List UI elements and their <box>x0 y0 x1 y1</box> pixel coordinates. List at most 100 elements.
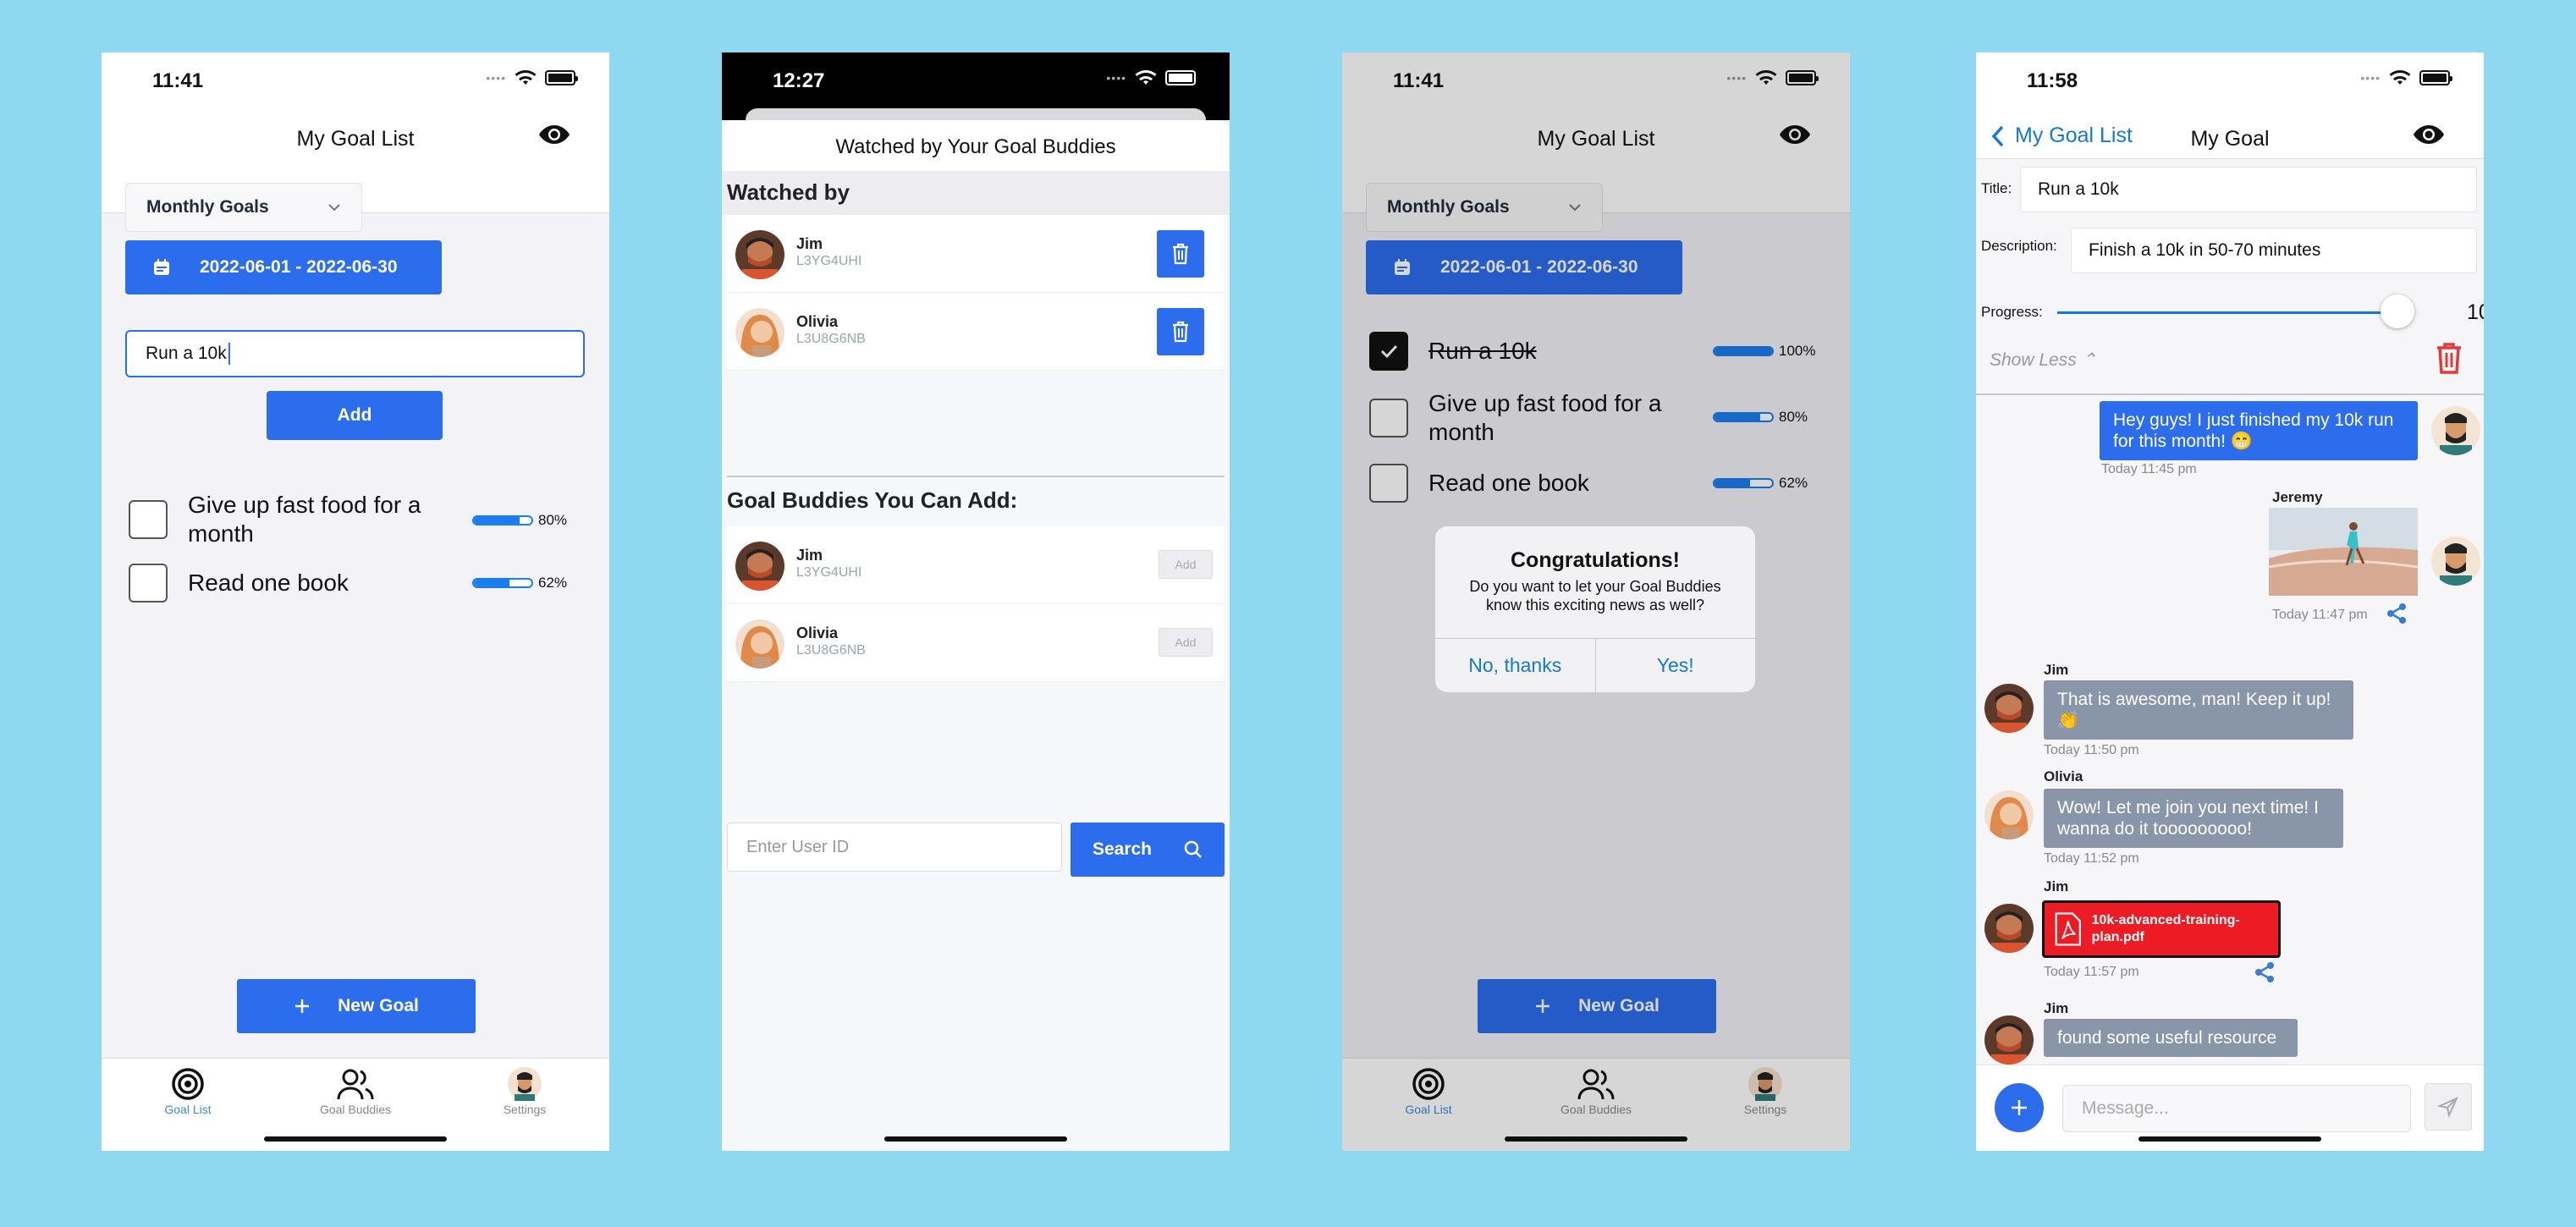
buddy-name: Jim <box>796 235 823 252</box>
eye-icon[interactable] <box>2413 124 2445 146</box>
pdf-attachment[interactable]: 10k-advanced-training-plan.pdf <box>2042 900 2281 958</box>
page-title: My Goal List <box>296 127 415 151</box>
section-header-watched-by: Watched by <box>722 171 1230 215</box>
user-id-input[interactable]: Enter User ID <box>727 823 1062 872</box>
eye-icon[interactable] <box>538 124 570 146</box>
buddy-name: Olivia <box>796 313 839 330</box>
send-icon <box>2437 1097 2458 1118</box>
avatar <box>735 542 784 591</box>
wifi-icon <box>1135 70 1157 85</box>
date-range-button[interactable]: 2022-06-01 - 2022-06-30 <box>125 240 442 294</box>
trash-icon <box>1173 243 1188 265</box>
trash-icon <box>1173 321 1188 343</box>
plus-icon <box>295 999 310 1013</box>
home-indicator <box>884 1136 1067 1142</box>
chevron-down-icon <box>328 204 340 212</box>
title-label: Title: <box>1981 180 2012 196</box>
wifi-icon <box>2389 70 2411 85</box>
new-goal-input[interactable]: Run a 10k <box>125 330 585 377</box>
home-indicator <box>2138 1136 2321 1142</box>
tab-goal-buddies[interactable]: Goal Buddies <box>296 1065 415 1116</box>
progress-label: Progress: <box>1981 304 2043 320</box>
message-timestamp: Today 11:52 pm <box>2044 851 2139 866</box>
wifi-icon <box>515 70 537 85</box>
tab-goal-list[interactable]: Goal List <box>129 1065 247 1116</box>
section-header-can-add: Goal Buddies You Can Add: <box>722 479 1230 523</box>
share-icon[interactable] <box>2254 961 2276 983</box>
message-timestamp: Today 11:50 pm <box>2044 743 2139 757</box>
message-sender: Jim <box>2044 878 2069 894</box>
message-sender: Olivia <box>2044 768 2083 784</box>
buddy-row: Olivia L3U8G6NB Add <box>727 604 1225 682</box>
progress-bar <box>472 578 533 588</box>
progress-percent: 80% <box>538 512 568 528</box>
avatar <box>1984 684 2034 733</box>
goal-period-dropdown[interactable]: Monthly Goals <box>125 183 362 232</box>
delete-goal-icon[interactable] <box>2435 341 2463 375</box>
add-button[interactable]: Add <box>267 391 443 440</box>
progress-slider-track <box>2057 311 2401 314</box>
avatar <box>2431 406 2480 455</box>
bottom-sheet: Watched by Your Goal Buddies Watched by … <box>722 120 1230 1151</box>
message-sender: Jim <box>2044 662 2069 678</box>
yes-button[interactable]: Yes! <box>1596 639 1756 692</box>
goal-details-panel: Title: Run a 10k Description: Finish a 1… <box>1976 160 2484 395</box>
message-timestamp: Today 11:57 pm <box>2044 965 2139 979</box>
buddy-id: L3YG4UHI <box>796 254 862 268</box>
new-goal-button[interactable]: New Goal <box>237 979 476 1033</box>
goal-detail-screen: 11:58 •••• My Goal List My Goal Title: R… <box>1976 52 2484 1151</box>
target-icon <box>172 1068 204 1100</box>
search-button[interactable]: Search <box>1071 823 1225 877</box>
goal-text: Give up fast food for a month <box>188 492 421 547</box>
text-cursor <box>228 343 230 365</box>
message-bubble: That is awesome, man! Keep it up! 👏 <box>2044 680 2353 740</box>
sheet-title: Watched by Your Goal Buddies <box>722 120 1230 171</box>
progress-bar <box>472 515 533 525</box>
message-bubble: Wow! Let me join you next time! I wanna … <box>2044 789 2343 848</box>
message-bubble: found some useful resource <box>2044 1019 2298 1057</box>
no-thanks-button[interactable]: No, thanks <box>1435 639 1596 692</box>
buddy-name: Olivia <box>796 625 839 641</box>
goal-list-congrats-screen: 11:41 •••• My Goal List Monthly Goals 20… <box>1342 52 1850 1151</box>
remove-buddy-button[interactable] <box>1157 308 1204 355</box>
buddy-row: Olivia L3U8G6NB <box>727 293 1225 371</box>
congrats-alert: Congratulations! Do you want to let your… <box>1435 526 1755 692</box>
add-buddy-button[interactable]: Add <box>1159 628 1213 657</box>
description-label: Description: <box>1981 238 2057 254</box>
status-time: 12:27 <box>773 69 825 92</box>
status-time: 11:58 <box>2027 69 2078 92</box>
remove-buddy-button[interactable] <box>1157 230 1204 278</box>
page-title: My Goal <box>2190 127 2270 151</box>
progress-value: 100% <box>2467 300 2484 324</box>
send-button[interactable] <box>2425 1083 2472 1131</box>
share-icon[interactable] <box>2386 602 2408 625</box>
battery-icon <box>2419 70 2452 85</box>
message-input[interactable]: Message... <box>2062 1085 2411 1132</box>
attach-button[interactable] <box>1995 1083 2044 1132</box>
avatar <box>1984 904 2034 953</box>
title-field[interactable]: Run a 10k <box>2020 167 2477 212</box>
progress-slider-thumb[interactable] <box>2381 294 2414 328</box>
signal-icon: •••• <box>1106 71 1126 85</box>
avatar <box>735 308 784 357</box>
tab-settings[interactable]: Settings <box>465 1065 584 1116</box>
add-buddy-button[interactable]: Add <box>1159 550 1213 579</box>
buddy-id: L3YG4UHI <box>796 565 862 580</box>
message-sender: Jeremy <box>2272 489 2323 505</box>
goal-text: Read one book <box>188 569 349 596</box>
description-field[interactable]: Finish a 10k in 50-70 minutes <box>2071 228 2477 273</box>
double-chevron-up-icon: ⌃ <box>2081 350 2097 370</box>
photo-attachment[interactable] <box>2269 508 2418 596</box>
calendar-icon <box>154 259 169 275</box>
signal-icon: •••• <box>486 71 506 85</box>
show-less-toggle[interactable]: Show Less ⌃ <box>1990 349 2096 371</box>
avatar <box>2431 536 2480 586</box>
goal-buddies-sheet-screen: 12:27 •••• Watched by Your Goal Buddies … <box>722 52 1230 1151</box>
goal-checkbox[interactable] <box>129 564 168 602</box>
goal-list-screen: 11:41 •••• My Goal List Monthly Goals 20… <box>102 52 609 1151</box>
buddy-row: Jim L3YG4UHI Add <box>727 526 1225 604</box>
goal-checkbox[interactable] <box>129 500 168 539</box>
status-bar: 12:27 •••• <box>722 52 1230 134</box>
divider <box>727 476 1225 477</box>
buddy-id: L3U8G6NB <box>796 332 866 346</box>
